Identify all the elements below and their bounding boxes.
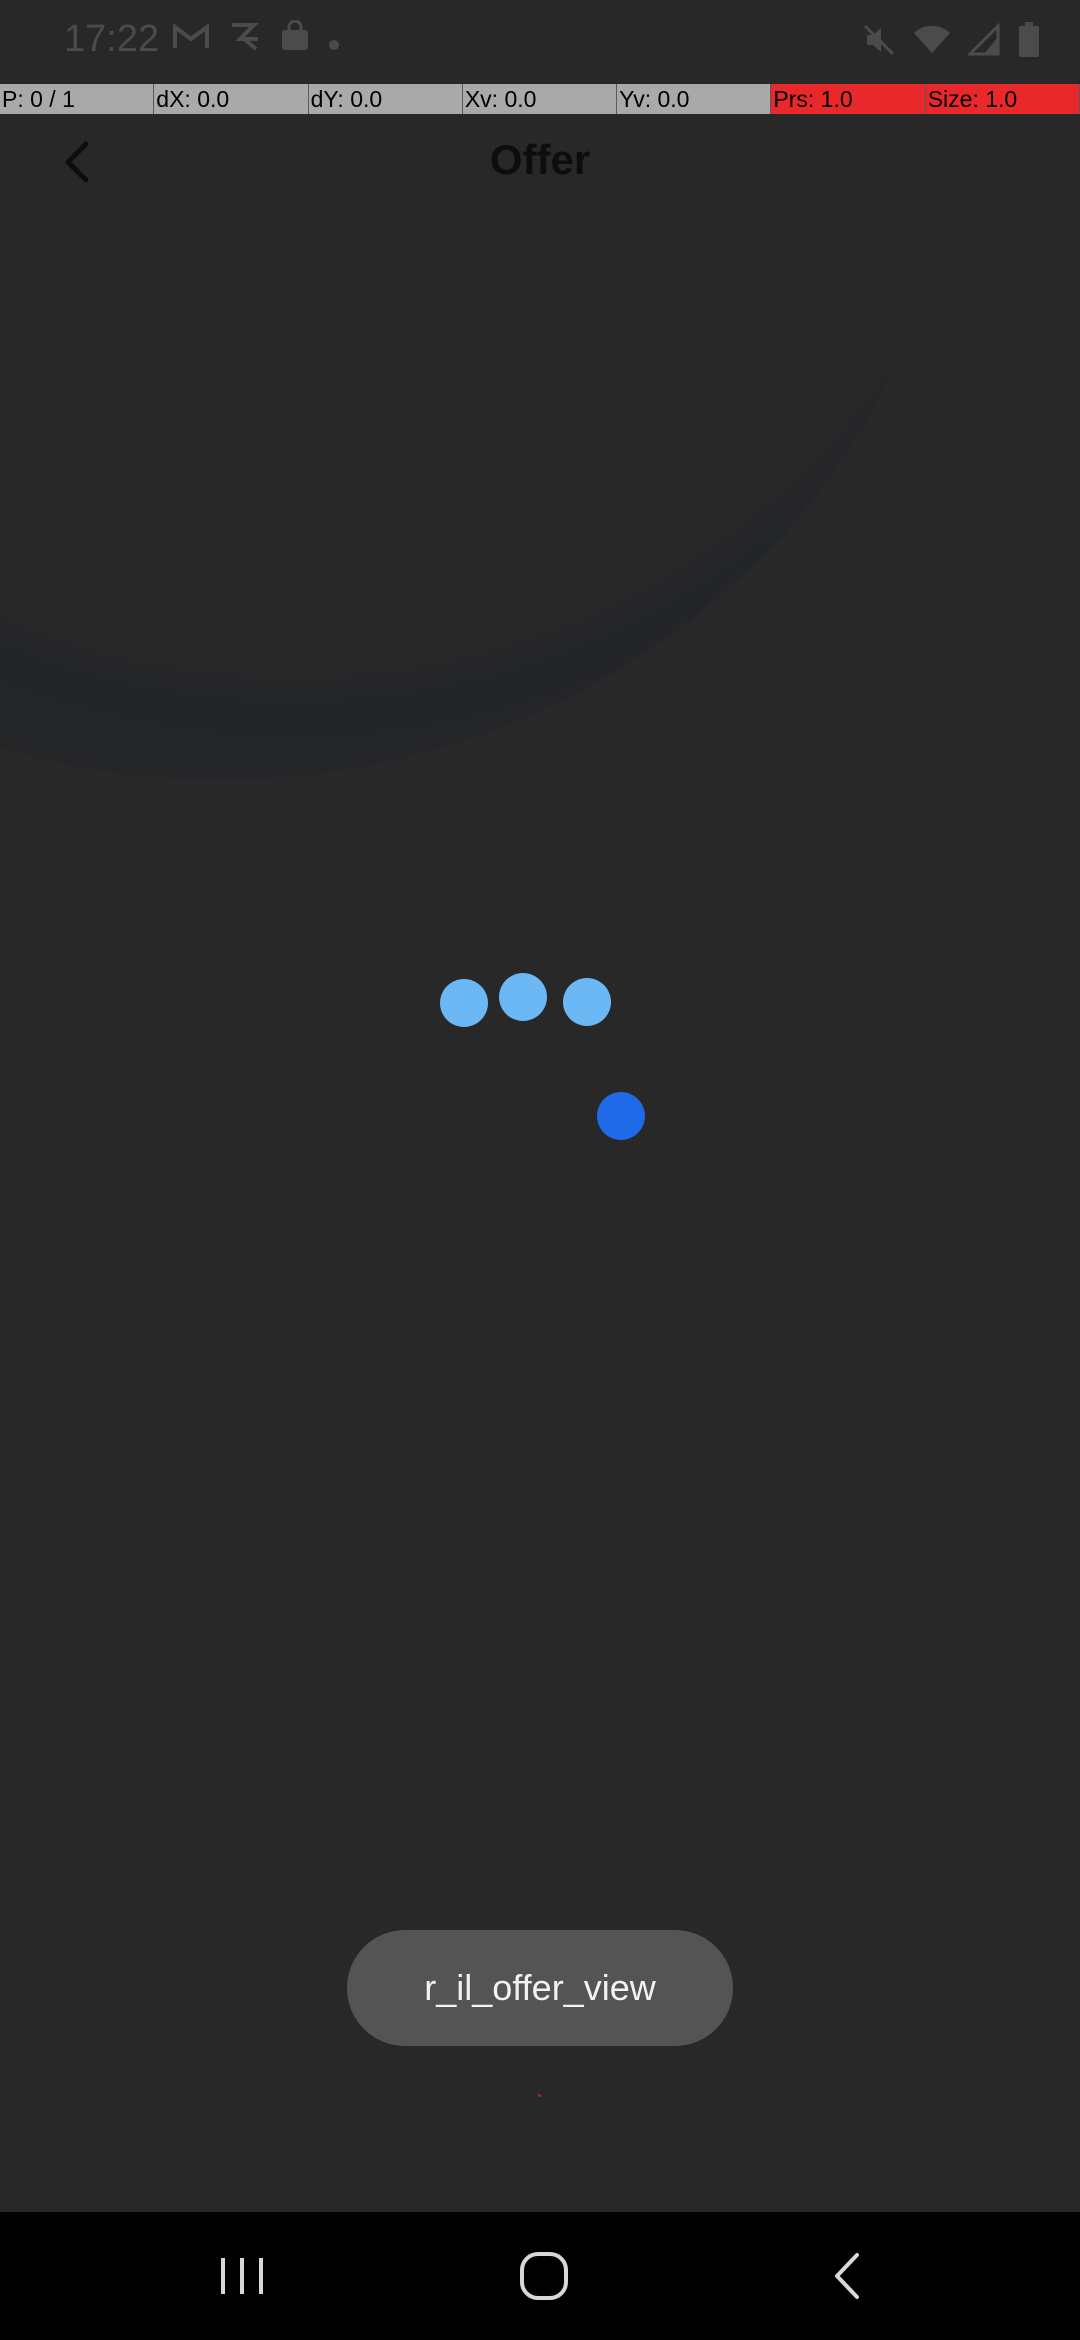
home-icon [520, 2252, 568, 2300]
pointer-dx: dX: 0.0 [154, 84, 309, 114]
pointer-dy: dY: 0.0 [308, 84, 463, 114]
pointer-location-overlay: P: 0 / 1 dX: 0.0 dY: 0.0 Xv: 0.0 Yv: 0.0… [0, 84, 1080, 114]
battery-icon [1018, 22, 1040, 63]
status-time: 17:22 [64, 18, 160, 60]
touch-indicator [538, 2094, 541, 2097]
screen: 17:22 P: 0 / 1 dX: 0.0 dY: 0.0 Xv: 0.0 Y… [0, 0, 1080, 2340]
nav-back-button[interactable] [787, 2236, 907, 2316]
page-title: Offer [489, 136, 591, 183]
loading-dot [440, 979, 488, 1027]
toast-message: r_il_offer_view [347, 1930, 733, 2046]
chevron-left-icon [65, 141, 89, 183]
loading-dot [499, 973, 547, 1021]
pointer-count: P: 0 / 1 [0, 84, 155, 114]
pointer-xv: Xv: 0.0 [462, 84, 618, 114]
notification-icons [172, 19, 340, 61]
wifi-icon [912, 23, 952, 62]
mute-icon [862, 23, 896, 62]
toast-text: r_il_offer_view [424, 1967, 656, 2008]
status-bar: 17:22 [0, 0, 1080, 84]
signal-icon [966, 22, 1002, 62]
shopping-bag-icon [280, 19, 310, 61]
dot-icon [328, 21, 340, 60]
recents-button[interactable] [182, 2236, 302, 2316]
loading-dot-accent [597, 1092, 645, 1140]
home-button[interactable] [484, 2236, 604, 2316]
pointer-yv: Yv: 0.0 [617, 84, 772, 114]
pointer-size: Size: 1.0 [925, 84, 1080, 114]
loading-dot [563, 978, 611, 1026]
pointer-pressure: Prs: 1.0 [771, 84, 926, 114]
navigation-bar [0, 2212, 1080, 2340]
r-app-icon [228, 21, 262, 60]
back-icon [835, 2253, 859, 2299]
app-toolbar: Offer [0, 114, 1080, 214]
recents-icon [221, 2258, 263, 2294]
system-icons [862, 22, 1040, 63]
gmail-icon [172, 21, 210, 60]
back-button[interactable] [46, 130, 110, 194]
